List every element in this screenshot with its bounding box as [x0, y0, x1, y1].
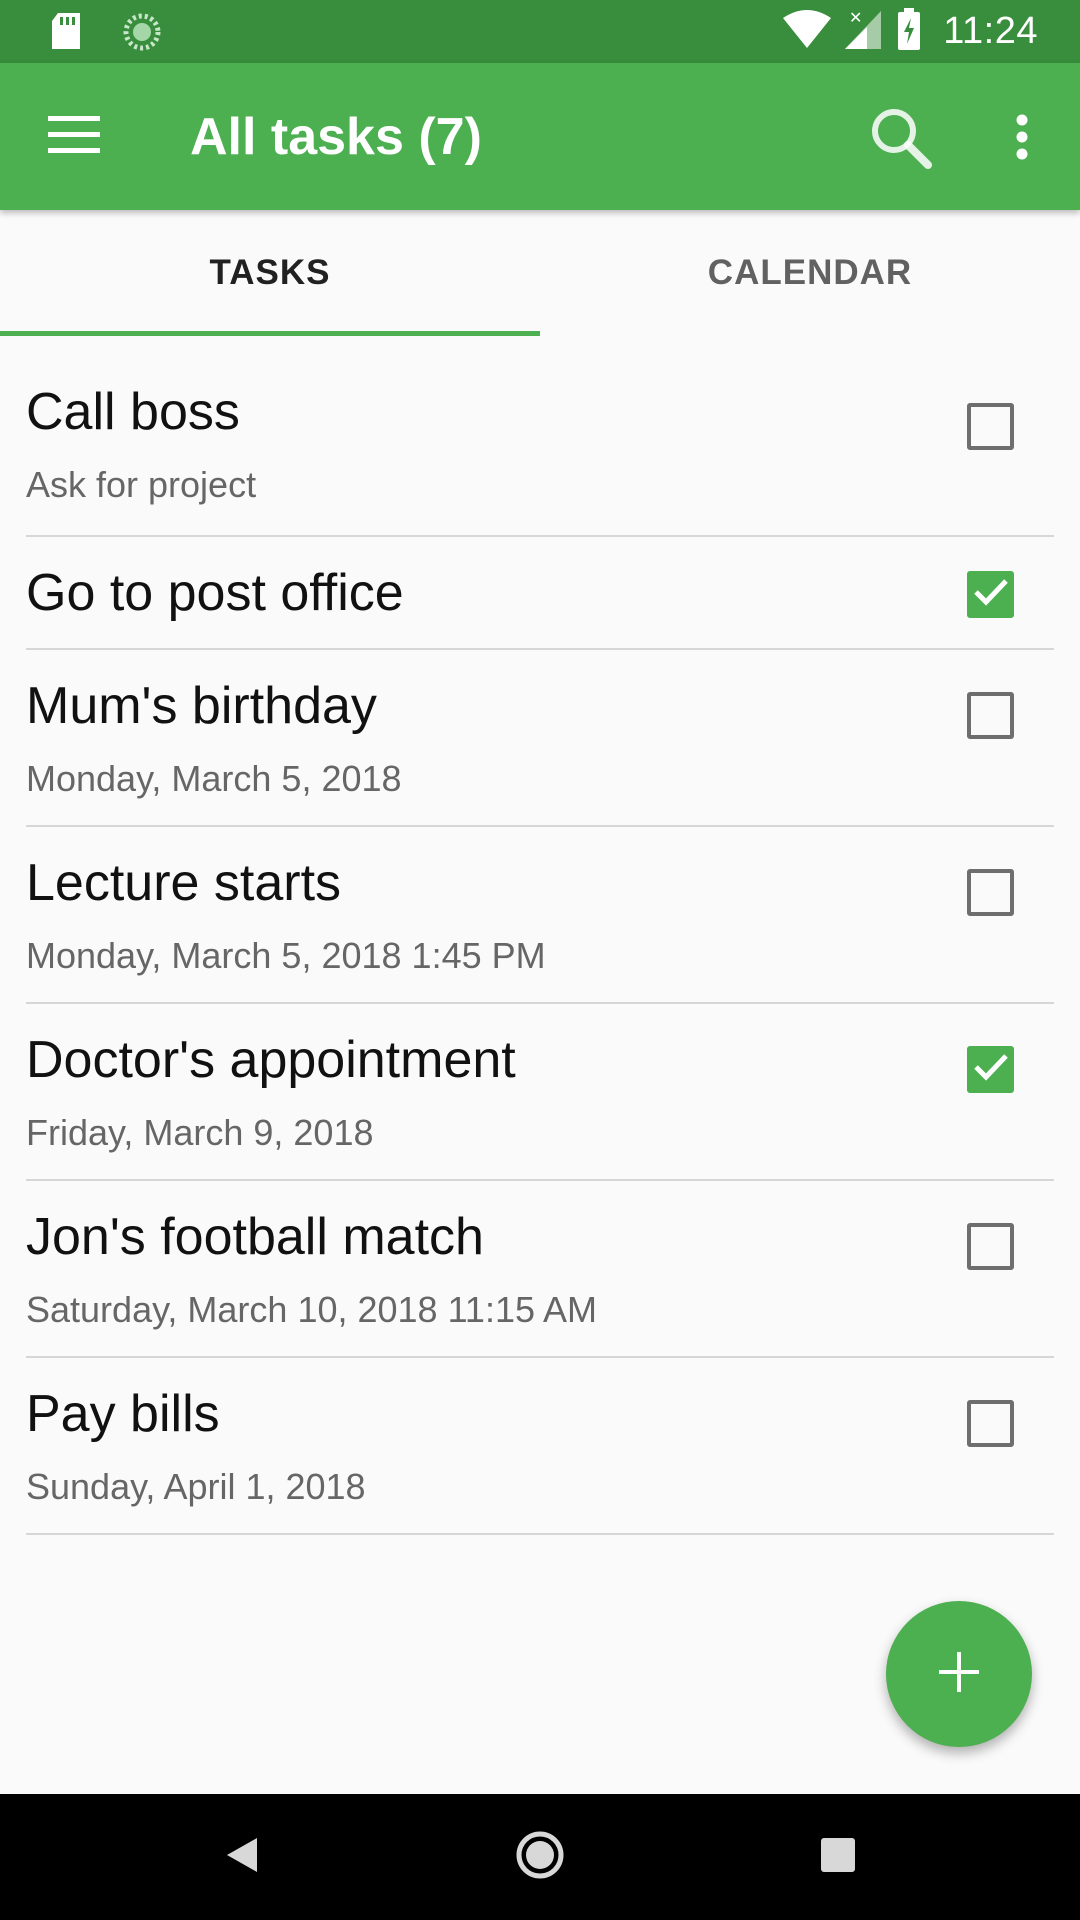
task-subtitle: Saturday, March 10, 2018 11:15 AM: [26, 1289, 598, 1330]
system-nav-bar: [0, 1794, 1080, 1920]
task-row[interactable]: Lecture starts Monday, March 5, 2018 1:4…: [0, 827, 1080, 1004]
signal-icon: ✕: [845, 8, 883, 54]
add-task-button[interactable]: [886, 1601, 1032, 1747]
sd-card-icon: [50, 13, 82, 56]
task-subtitle: Ask for project: [26, 464, 257, 505]
tab-calendar-label: CALENDAR: [707, 253, 913, 292]
status-bar: ✕ 11:24: [0, 0, 1080, 63]
home-button[interactable]: [500, 1824, 580, 1890]
menu-button[interactable]: [38, 107, 110, 167]
battery-charging-icon: [897, 8, 921, 55]
task-subtitle: Monday, March 5, 2018 1:45 PM: [26, 935, 546, 976]
task-checkbox[interactable]: [967, 1046, 1014, 1093]
tab-tasks-label: TASKS: [209, 253, 331, 292]
task-row[interactable]: Jon's football match Saturday, March 10,…: [0, 1181, 1080, 1358]
back-button[interactable]: [202, 1824, 282, 1890]
search-button[interactable]: [860, 101, 940, 177]
task-checkbox[interactable]: [967, 1223, 1014, 1270]
check-icon: [973, 577, 1009, 612]
task-checkbox[interactable]: [967, 869, 1014, 916]
add-icon: [939, 1651, 979, 1697]
home-icon: [515, 1830, 565, 1885]
back-icon: [225, 1836, 259, 1879]
task-title: Pay bills: [26, 1385, 220, 1443]
tab-tasks[interactable]: TASKS: [0, 210, 540, 336]
task-title: Doctor's appointment: [26, 1031, 516, 1089]
svg-text:✕: ✕: [849, 9, 862, 27]
more-vert-icon: [1015, 114, 1029, 165]
task-row[interactable]: Mum's birthday Monday, March 5, 2018: [0, 650, 1080, 827]
tab-bar: TASKS CALENDAR: [0, 210, 1080, 336]
task-subtitle: Sunday, April 1, 2018: [26, 1466, 366, 1507]
wifi-icon: [783, 10, 832, 53]
task-row[interactable]: Doctor's appointment Friday, March 9, 20…: [0, 1004, 1080, 1181]
task-row[interactable]: Pay bills Sunday, April 1, 2018: [0, 1358, 1080, 1535]
status-time: 11:24: [943, 10, 1038, 52]
task-list: Call boss Ask for project Go to post off…: [0, 336, 1080, 1535]
search-icon: [868, 105, 932, 174]
tab-calendar[interactable]: CALENDAR: [540, 210, 1080, 336]
menu-icon: [48, 115, 100, 159]
more-options-button[interactable]: [992, 101, 1052, 177]
task-title: Lecture starts: [26, 854, 342, 912]
check-icon: [973, 1052, 1009, 1087]
divider: [26, 1533, 1054, 1535]
task-checkbox[interactable]: [967, 571, 1014, 618]
sync-icon: [122, 12, 162, 57]
task-checkbox[interactable]: [967, 1400, 1014, 1447]
task-row[interactable]: Go to post office: [0, 537, 1080, 650]
app-bar: All tasks (7): [0, 63, 1080, 210]
task-checkbox[interactable]: [967, 692, 1014, 739]
task-title: Jon's football match: [26, 1208, 484, 1266]
recents-button[interactable]: [798, 1824, 878, 1890]
task-subtitle: Friday, March 9, 2018: [26, 1112, 374, 1153]
page-title: All tasks (7): [190, 108, 482, 166]
task-checkbox[interactable]: [967, 403, 1014, 450]
task-row[interactable]: Call boss Ask for project: [0, 336, 1080, 537]
recents-icon: [821, 1837, 855, 1877]
task-title: Call boss: [26, 383, 240, 441]
task-title: Go to post office: [26, 564, 404, 622]
task-title: Mum's birthday: [26, 677, 377, 735]
task-subtitle: Monday, March 5, 2018: [26, 758, 402, 799]
